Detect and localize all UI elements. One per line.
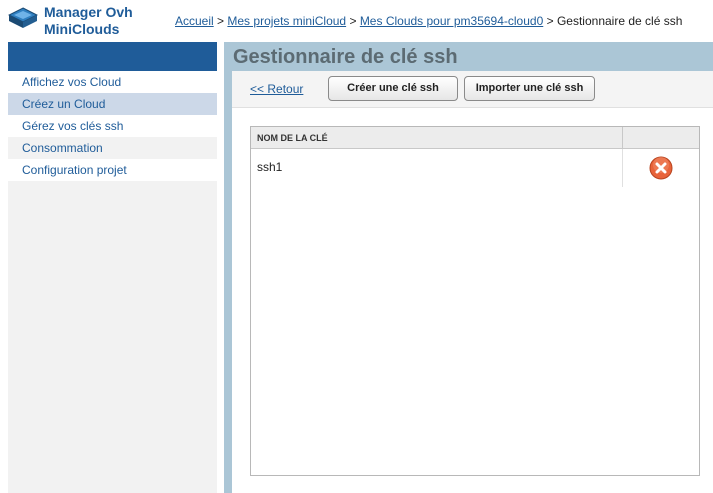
delete-icon[interactable]: [649, 156, 673, 180]
column-header-key-name[interactable]: NOM DE LA CLÉ: [251, 127, 623, 148]
breadcrumb-clouds-link[interactable]: Mes Clouds pour pm35694-cloud0: [360, 14, 543, 28]
breadcrumb-separator: >: [217, 14, 225, 28]
breadcrumb-projects-link[interactable]: Mes projets miniCloud: [227, 14, 346, 28]
logo-subtitle: MiniClouds: [44, 21, 120, 37]
ssh-keys-table: NOM DE LA CLÉ ssh1: [250, 126, 700, 476]
sidebar-item-view-clouds[interactable]: Affichez vos Cloud: [8, 71, 217, 93]
sidebar: Affichez vos Cloud Créez un Cloud Gérez …: [8, 42, 217, 493]
sidebar-item-consumption[interactable]: Consommation: [8, 137, 217, 159]
sidebar-item-create-cloud[interactable]: Créez un Cloud: [8, 93, 217, 115]
cloud-diamond-icon: [8, 7, 38, 28]
create-ssh-key-button[interactable]: Créer une clé ssh: [328, 76, 458, 101]
sidebar-nav: Affichez vos Cloud Créez un Cloud Gérez …: [8, 71, 217, 181]
breadcrumb-home-link[interactable]: Accueil: [175, 14, 214, 28]
breadcrumb: Accueil > Mes projets miniCloud > Mes Cl…: [175, 14, 682, 28]
action-cell: [623, 149, 699, 187]
back-link[interactable]: << Retour: [250, 82, 303, 96]
key-name-cell: ssh1: [251, 149, 623, 187]
breadcrumb-separator: >: [546, 14, 554, 28]
column-header-actions: [623, 127, 699, 148]
sidebar-header-bar: [8, 42, 217, 71]
toolbar: << Retour Créer une clé ssh Importer une…: [232, 71, 713, 108]
title-bar: Gestionnaire de clé ssh: [224, 42, 713, 71]
content-area: << Retour Créer une clé ssh Importer une…: [232, 71, 713, 493]
sidebar-item-ssh-keys[interactable]: Gérez vos clés ssh: [8, 115, 217, 137]
sidebar-item-project-config[interactable]: Configuration projet: [8, 159, 217, 181]
logo-title: Manager Ovh: [44, 4, 133, 20]
import-ssh-key-button[interactable]: Importer une clé ssh: [464, 76, 595, 101]
logo-text: Manager Ovh MiniClouds: [44, 4, 133, 38]
breadcrumb-separator: >: [349, 14, 357, 28]
page-title: Gestionnaire de clé ssh: [233, 46, 458, 68]
main-panel: Gestionnaire de clé ssh << Retour Créer …: [224, 42, 713, 493]
table-header: NOM DE LA CLÉ: [251, 127, 699, 149]
breadcrumb-current: Gestionnaire de clé ssh: [556, 14, 683, 28]
table-row: ssh1: [251, 149, 699, 187]
